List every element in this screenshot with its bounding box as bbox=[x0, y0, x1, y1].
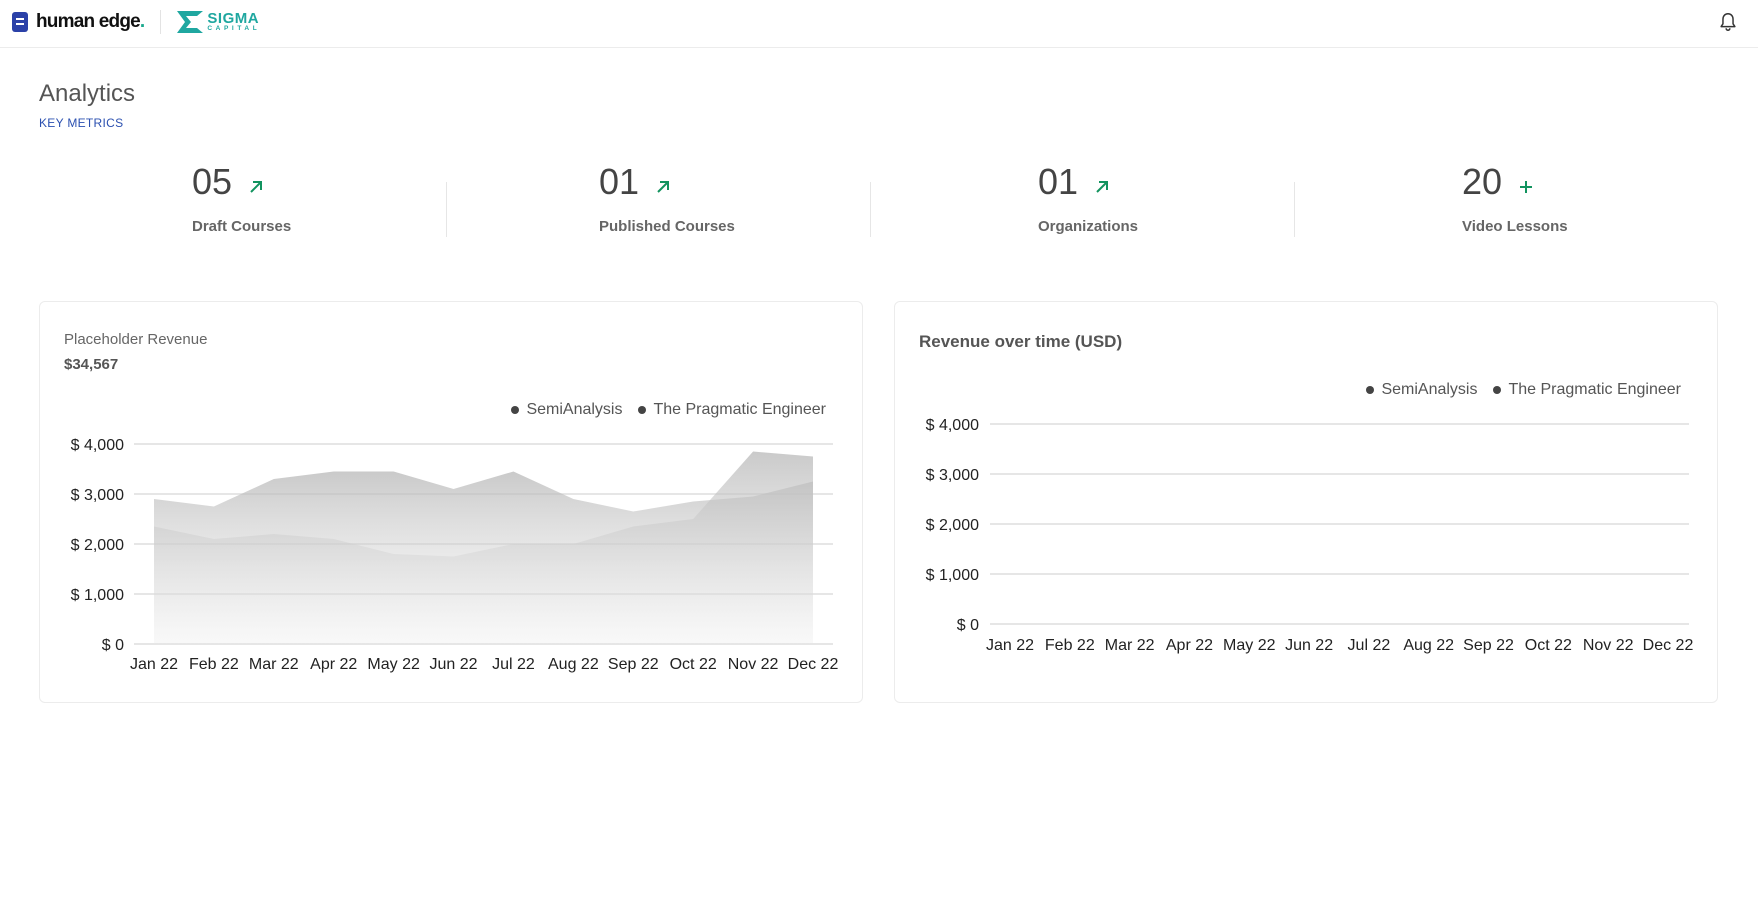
y-tick-label: $ 4,000 bbox=[71, 437, 124, 454]
y-tick-label: $ 2,000 bbox=[71, 537, 124, 554]
human-edge-logo-icon bbox=[12, 12, 28, 32]
brand-separator bbox=[160, 10, 162, 34]
y-tick-label: $ 0 bbox=[102, 637, 124, 654]
x-tick-label: Jun 22 bbox=[430, 656, 478, 673]
y-tick-label: $ 2,000 bbox=[926, 517, 979, 534]
metric-value: 20 bbox=[1462, 161, 1503, 202]
arrow-up-right-icon bbox=[1096, 181, 1109, 193]
sigma-logo-icon bbox=[177, 11, 204, 33]
sigma-capital-logo: SIGMA CAPITAL bbox=[177, 11, 260, 33]
top-bar: human edge. SIGMA CAPITAL bbox=[0, 0, 1758, 48]
x-tick-label: Mar 22 bbox=[1105, 637, 1155, 654]
brand-name[interactable]: human edge. bbox=[36, 11, 145, 33]
partner-name: SIGMA bbox=[207, 10, 260, 28]
x-tick-label: Jul 22 bbox=[1348, 637, 1391, 654]
y-tick-label: $ 0 bbox=[957, 617, 979, 634]
x-tick-label: Jan 22 bbox=[986, 637, 1034, 654]
metric-value: 01 bbox=[599, 161, 640, 202]
y-tick-label: $ 3,000 bbox=[926, 467, 979, 484]
x-tick-label: Mar 22 bbox=[249, 656, 299, 673]
revenue-line-chart: $ 0 $ 1,000 $ 2,000 $ 3,000 $ 4,000 Jan 22 Feb… bbox=[926, 417, 1694, 654]
metric-value: 05 bbox=[192, 161, 233, 202]
x-tick-label: Feb 22 bbox=[1045, 637, 1095, 654]
metric-divider bbox=[870, 182, 871, 237]
plus-icon bbox=[1520, 181, 1533, 193]
page-subtitle: KEY METRICS bbox=[39, 116, 124, 130]
arrow-up-right-icon bbox=[250, 181, 263, 193]
x-tick-label: Apr 22 bbox=[310, 656, 357, 673]
x-tick-label: Sep 22 bbox=[1463, 637, 1514, 654]
arrow-up-right-icon bbox=[657, 181, 670, 193]
revenue-over-time-card: Revenue over time (USD) SemiAnalysis The… bbox=[894, 301, 1718, 703]
revenue-area-chart: $ 0 $ 1,000 $ 2,000 $ 3,000 $ 4,000 Jan 22 Feb… bbox=[71, 437, 839, 673]
key-metrics: 05 Draft Courses 01 Published Courses 01… bbox=[39, 160, 1719, 260]
brand-logos: human edge. SIGMA CAPITAL bbox=[12, 9, 260, 35]
x-tick-label: Dec 22 bbox=[788, 656, 839, 673]
metric-divider bbox=[446, 182, 447, 237]
x-tick-label: Jul 22 bbox=[492, 656, 535, 673]
y-tick-label: $ 1,000 bbox=[71, 587, 124, 604]
metric-video-lessons: 20 Video Lessons bbox=[1462, 160, 1568, 260]
metric-organizations: 01 Organizations bbox=[1038, 160, 1138, 260]
x-tick-label: Apr 22 bbox=[1166, 637, 1213, 654]
x-tick-label: Jan 22 bbox=[130, 656, 178, 673]
x-tick-label: Aug 22 bbox=[1403, 637, 1454, 654]
y-tick-label: $ 3,000 bbox=[71, 487, 124, 504]
x-tick-label: Oct 22 bbox=[1525, 637, 1572, 654]
x-tick-label: May 22 bbox=[1223, 637, 1276, 654]
bell-icon[interactable] bbox=[1717, 11, 1739, 33]
metric-published-courses: 01 Published Courses bbox=[599, 160, 735, 260]
page-title: Analytics bbox=[39, 80, 136, 107]
y-tick-label: $ 4,000 bbox=[926, 417, 979, 434]
metric-label: Organizations bbox=[1038, 218, 1139, 235]
x-tick-label: Nov 22 bbox=[1583, 637, 1634, 654]
placeholder-revenue-card: Placeholder Revenue $34,567 SemiAnalysis… bbox=[39, 301, 863, 703]
metric-divider bbox=[1294, 182, 1295, 237]
x-tick-label: Feb 22 bbox=[189, 656, 239, 673]
y-tick-label: $ 1,000 bbox=[926, 567, 979, 584]
metric-label: Draft Courses bbox=[192, 218, 292, 235]
x-tick-label: May 22 bbox=[367, 656, 420, 673]
x-tick-label: Jun 22 bbox=[1285, 637, 1333, 654]
x-tick-label: Aug 22 bbox=[548, 656, 599, 673]
x-tick-label: Dec 22 bbox=[1643, 637, 1694, 654]
x-tick-label: Oct 22 bbox=[670, 656, 717, 673]
x-tick-label: Nov 22 bbox=[728, 656, 779, 673]
partner-subtitle: CAPITAL bbox=[207, 25, 261, 33]
metric-draft-courses: 05 Draft Courses bbox=[192, 160, 291, 260]
x-tick-label: Sep 22 bbox=[608, 656, 659, 673]
metric-value: 01 bbox=[1038, 161, 1079, 202]
metric-label: Video Lessons bbox=[1462, 218, 1568, 235]
metric-label: Published Courses bbox=[599, 218, 735, 235]
